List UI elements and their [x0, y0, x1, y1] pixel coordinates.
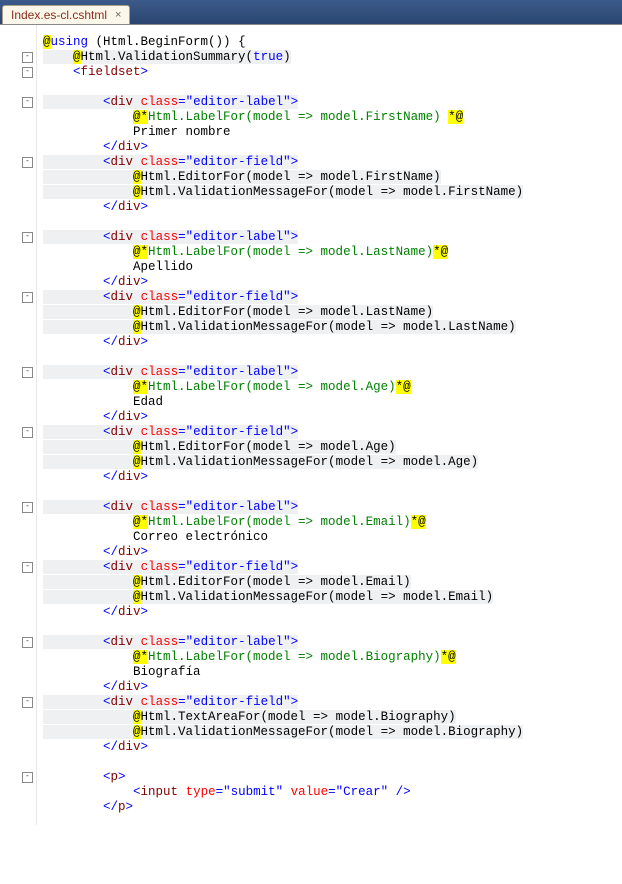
gutter: - - - - - - - - - - [0, 25, 37, 825]
code-line: @Html.ValidationMessageFor(model => mode… [43, 725, 523, 739]
code-line: </div> [43, 140, 148, 154]
code-line: @Html.ValidationMessageFor(model => mode… [43, 455, 478, 469]
code-line: </div> [43, 275, 148, 289]
code-line: <div class="editor-label"> [43, 95, 298, 109]
code-line: <div class="editor-label"> [43, 500, 298, 514]
code-line: @Html.EditorFor(model => model.FirstName… [43, 170, 441, 184]
code-line: @*Html.LabelFor(model => model.Email)*@ [43, 515, 426, 529]
code-area[interactable]: @using (Html.BeginForm()) { @Html.Valida… [37, 25, 523, 825]
fold-icon[interactable]: - [22, 232, 33, 243]
code-line: @using (Html.BeginForm()) { [43, 35, 246, 49]
code-line: @Html.ValidationSummary(true) [43, 50, 291, 64]
code-line: Edad [43, 395, 163, 409]
code-line: </p> [43, 800, 133, 814]
code-line: <fieldset> [43, 65, 148, 79]
code-line: @Html.ValidationMessageFor(model => mode… [43, 185, 523, 199]
fold-icon[interactable]: - [22, 427, 33, 438]
code-line: </div> [43, 410, 148, 424]
code-line: Biografía [43, 665, 201, 679]
fold-icon[interactable]: - [22, 52, 33, 63]
code-line: @*Html.LabelFor(model => model.LastName)… [43, 245, 448, 259]
close-icon[interactable]: × [113, 9, 123, 21]
code-line: <p> [43, 770, 126, 784]
fold-icon[interactable]: - [22, 97, 33, 108]
fold-icon[interactable]: - [22, 562, 33, 573]
code-line: @Html.EditorFor(model => model.Age) [43, 440, 396, 454]
file-tab[interactable]: Index.es-cl.cshtml × [2, 5, 130, 24]
code-line: </div> [43, 200, 148, 214]
code-line: Correo electrónico [43, 530, 268, 544]
code-line: </div> [43, 605, 148, 619]
code-line: <div class="editor-label"> [43, 635, 298, 649]
code-line: </div> [43, 740, 148, 754]
code-line: </div> [43, 470, 148, 484]
code-line: <div class="editor-field"> [43, 290, 298, 304]
fold-icon[interactable]: - [22, 637, 33, 648]
code-editor[interactable]: - - - - - - - - - - [0, 25, 622, 825]
fold-icon[interactable]: - [22, 367, 33, 378]
code-line: @Html.ValidationMessageFor(model => mode… [43, 320, 516, 334]
code-line: Apellido [43, 260, 193, 274]
code-line: @Html.ValidationMessageFor(model => mode… [43, 590, 493, 604]
code-line: @Html.EditorFor(model => model.Email) [43, 575, 411, 589]
code-line: <div class="editor-field"> [43, 155, 298, 169]
tab-bar: Index.es-cl.cshtml × [0, 0, 622, 25]
fold-icon[interactable]: - [22, 772, 33, 783]
fold-icon[interactable]: - [22, 292, 33, 303]
code-line: </div> [43, 680, 148, 694]
code-line: <div class="editor-label"> [43, 230, 298, 244]
fold-icon[interactable]: - [22, 502, 33, 513]
code-line: <div class="editor-field"> [43, 560, 298, 574]
fold-icon[interactable]: - [22, 157, 33, 168]
code-line: <div class="editor-label"> [43, 365, 298, 379]
code-line: @Html.TextAreaFor(model => model.Biograp… [43, 710, 456, 724]
fold-icon[interactable]: - [22, 697, 33, 708]
code-line: <div class="editor-field"> [43, 695, 298, 709]
code-line: <div class="editor-field"> [43, 425, 298, 439]
fold-icon[interactable]: - [22, 67, 33, 78]
code-line: </div> [43, 335, 148, 349]
code-line: Primer nombre [43, 125, 231, 139]
code-line: </div> [43, 545, 148, 559]
code-line: @*Html.LabelFor(model => model.Biography… [43, 650, 456, 664]
code-line: <input type="submit" value="Crear" /> [43, 785, 411, 799]
code-line: @*Html.LabelFor(model => model.FirstName… [43, 110, 463, 124]
code-line: @*Html.LabelFor(model => model.Age)*@ [43, 380, 411, 394]
tab-filename: Index.es-cl.cshtml [11, 8, 107, 22]
code-line: @Html.EditorFor(model => model.LastName) [43, 305, 433, 319]
